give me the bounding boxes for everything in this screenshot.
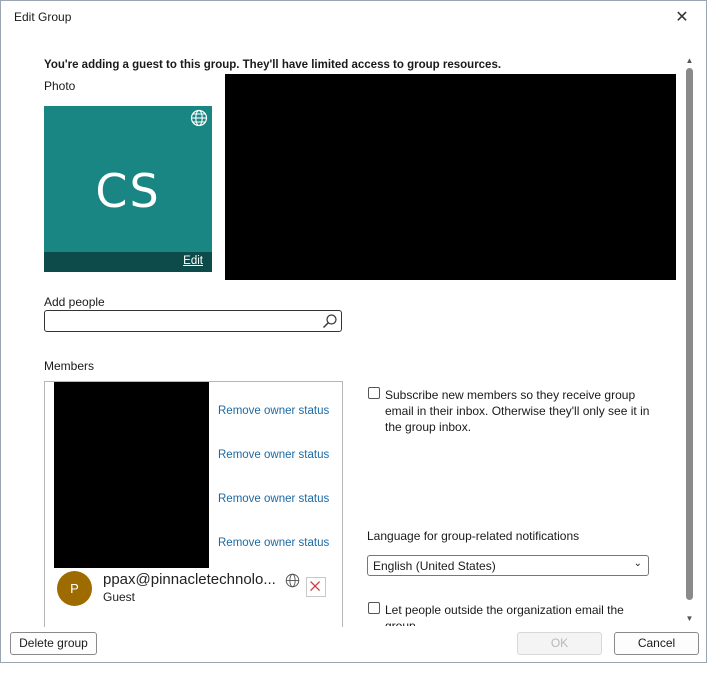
redacted-members xyxy=(54,382,209,568)
photo-edit-label: Edit xyxy=(183,255,203,267)
photo-label: Photo xyxy=(44,79,76,93)
window-title: Edit Group xyxy=(14,10,72,24)
delete-group-button[interactable]: Delete group xyxy=(10,632,97,655)
title-bar: Edit Group ✕ xyxy=(1,1,706,35)
close-icon[interactable]: ✕ xyxy=(669,5,695,31)
guest-email: ppax@pinnacletechnolo... xyxy=(103,571,276,588)
subscribe-checkbox[interactable] xyxy=(368,387,380,399)
remove-owner-link[interactable]: Remove owner status xyxy=(218,405,329,417)
globe-icon xyxy=(190,109,208,127)
search-icon[interactable] xyxy=(322,313,338,329)
globe-icon xyxy=(285,573,300,588)
cancel-button[interactable]: Cancel xyxy=(614,632,699,655)
subscribe-label: Subscribe new members so they receive gr… xyxy=(385,388,650,434)
language-selected-value: English (United States) xyxy=(373,559,496,573)
scroll-up-icon[interactable]: ▲ xyxy=(684,56,695,65)
scrollbar-thumb[interactable] xyxy=(686,68,693,600)
remove-owner-link[interactable]: Remove owner status xyxy=(218,537,329,549)
remove-owner-link[interactable]: Remove owner status xyxy=(218,449,329,461)
language-label: Language for group-related notifications xyxy=(367,529,580,543)
ok-button[interactable]: OK xyxy=(517,632,602,655)
avatar: P xyxy=(57,571,92,606)
outside-email-label: Let people outside the organization emai… xyxy=(385,603,624,626)
scroll-down-icon[interactable]: ▼ xyxy=(684,614,695,623)
remove-member-button[interactable] xyxy=(306,577,326,597)
group-initials: CS xyxy=(95,164,161,218)
group-photo[interactable]: CS Edit xyxy=(44,106,212,272)
remove-owner-link[interactable]: Remove owner status xyxy=(218,493,329,505)
chevron-down-icon: ⌄ xyxy=(633,558,642,569)
photo-edit-button[interactable]: Edit xyxy=(44,252,212,272)
outside-email-checkbox[interactable] xyxy=(368,602,380,614)
language-select[interactable]: English (United States) ⌄ xyxy=(367,555,649,576)
edit-group-dialog: Edit Group ✕ You're adding a guest to th… xyxy=(0,0,707,663)
redacted-region xyxy=(225,74,676,280)
add-people-label: Add people xyxy=(44,295,105,309)
guest-warning-banner: You're adding a guest to this group. The… xyxy=(44,59,502,71)
close-icon xyxy=(310,581,321,592)
add-people-input[interactable] xyxy=(44,310,342,332)
members-label: Members xyxy=(44,359,95,373)
guest-role: Guest xyxy=(103,590,136,604)
vertical-scrollbar[interactable]: ▲ ▼ xyxy=(683,54,696,626)
